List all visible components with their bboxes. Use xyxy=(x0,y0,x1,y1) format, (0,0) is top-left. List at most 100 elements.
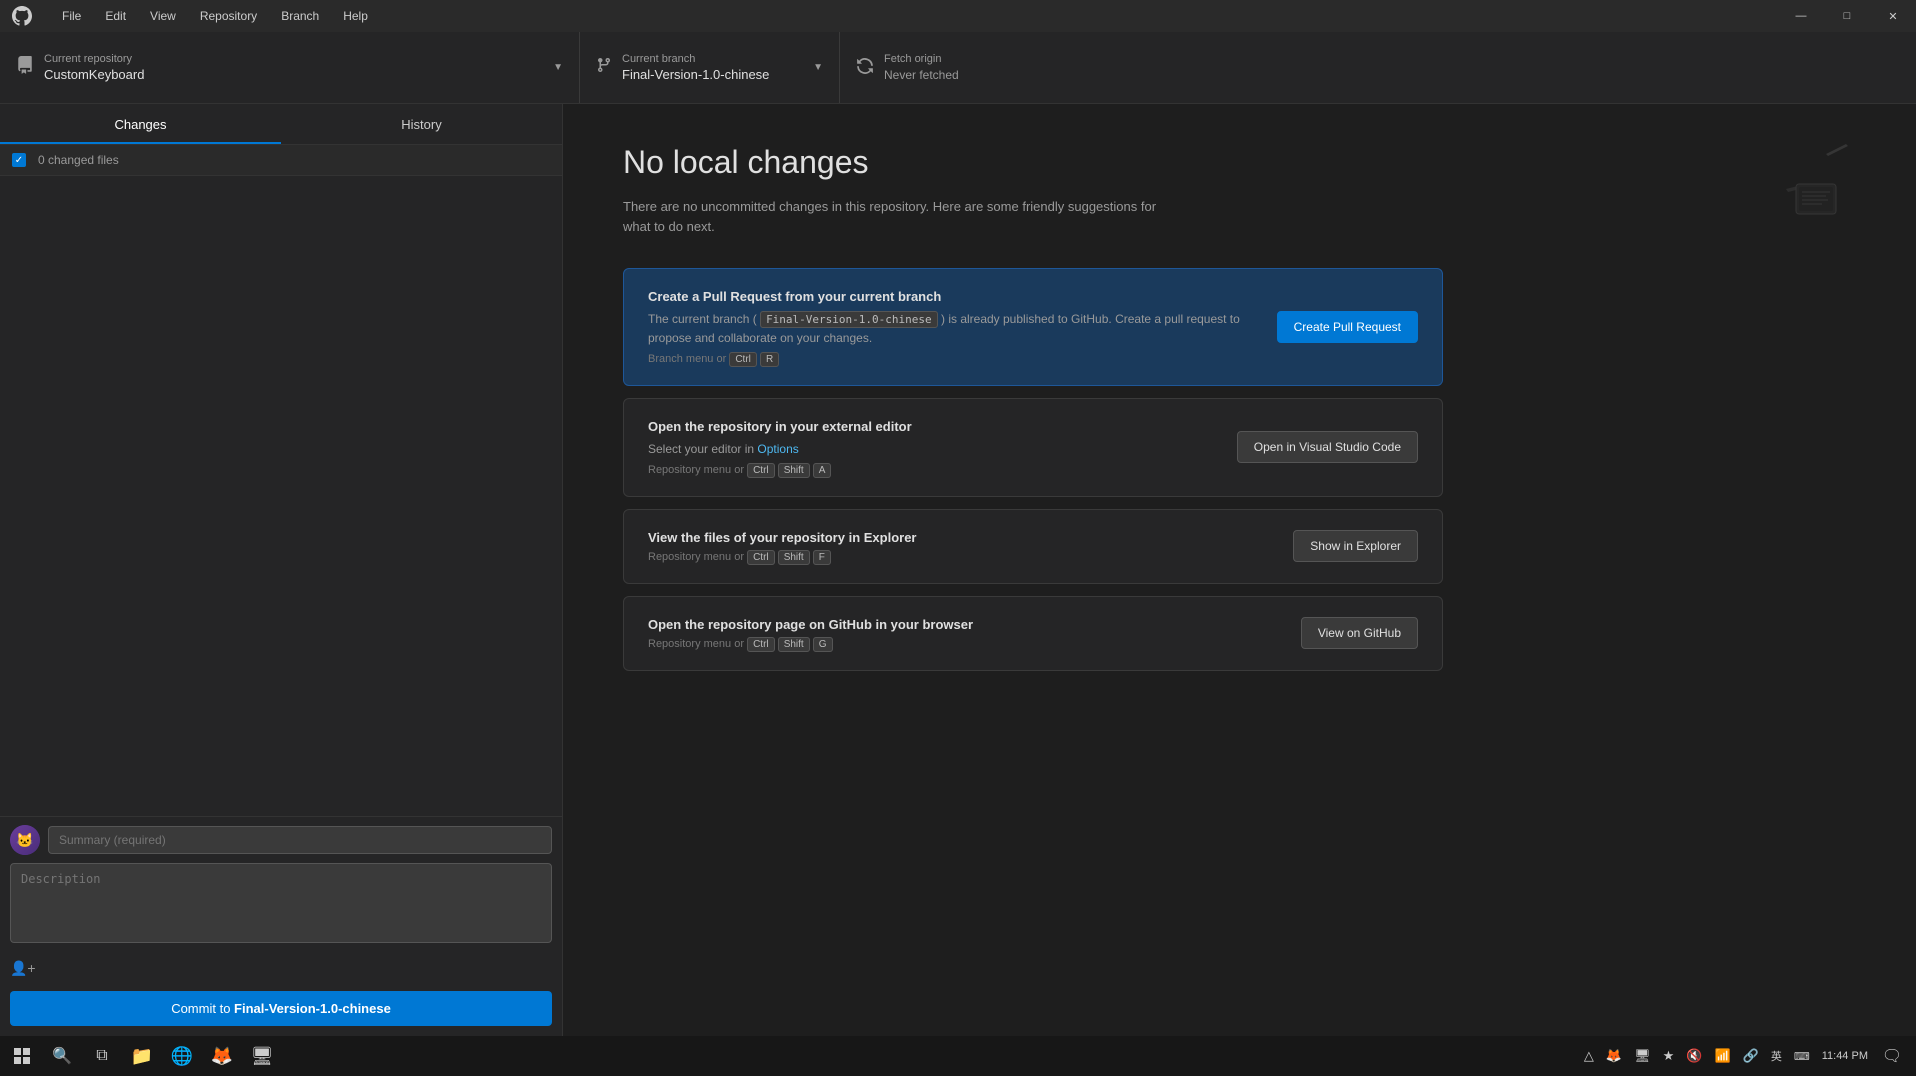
toolbar: Current repository CustomKeyboard ▼ Curr… xyxy=(0,32,1916,104)
open-vscode-button[interactable]: Open in Visual Studio Code xyxy=(1237,431,1418,463)
current-repo-section[interactable]: Current repository CustomKeyboard ▼ xyxy=(0,32,580,103)
tray-volume-icon[interactable]: 🔇 xyxy=(1682,1046,1706,1066)
branch-chevron-icon: ▼ xyxy=(813,62,823,73)
pull-request-card-desc: The current branch ( Final-Version-1.0-c… xyxy=(648,310,1257,347)
explorer-card-content: View the files of your repository in Exp… xyxy=(648,530,1273,563)
taskview-button[interactable]: ⧉ xyxy=(84,1038,120,1074)
github-page-shortcut: Repository menu or Ctrl Shift G xyxy=(648,638,1281,650)
commit-area: 🐱 👤+ Commit to Final-Version-1.0-chinese xyxy=(0,816,562,1036)
menu-view[interactable]: View xyxy=(140,5,186,27)
github-page-card: Open the repository page on GitHub in yo… xyxy=(623,596,1443,671)
description-input[interactable] xyxy=(10,863,552,943)
current-branch-section[interactable]: Current branch Final-Version-1.0-chinese… xyxy=(580,32,840,103)
external-editor-title: Open the repository in your external edi… xyxy=(648,419,1217,434)
taskbar-app-firefox[interactable]: 🦊 xyxy=(204,1038,240,1074)
github-page-title: Open the repository page on GitHub in yo… xyxy=(648,617,1281,632)
tab-changes[interactable]: Changes xyxy=(0,104,281,144)
view-on-github-button[interactable]: View on GitHub xyxy=(1301,617,1418,649)
avatar: 🐱 xyxy=(10,825,40,855)
editor-key-shift: Shift xyxy=(778,463,810,478)
menu-edit[interactable]: Edit xyxy=(95,5,136,27)
github-page-card-content: Open the repository page on GitHub in yo… xyxy=(648,617,1281,650)
external-editor-shortcut: Repository menu or Ctrl Shift A xyxy=(648,464,1217,476)
pr-desc-before: The current branch ( xyxy=(648,312,757,326)
title-bar-left: File Edit View Repository Branch Help xyxy=(12,5,378,27)
editor-key-ctrl: Ctrl xyxy=(747,463,775,478)
pull-request-shortcut: Branch menu or Ctrl R xyxy=(648,353,1257,365)
add-coauthor-icon: 👤+ xyxy=(10,960,36,977)
fetch-label: Fetch origin xyxy=(884,53,1084,65)
tray-expand-icon[interactable]: △ xyxy=(1580,1046,1598,1066)
branch-value: Final-Version-1.0-chinese xyxy=(622,67,769,82)
branch-text: Current branch Final-Version-1.0-chinese xyxy=(622,53,805,82)
avatar-image: 🐱 xyxy=(10,825,40,855)
pull-request-card-title: Create a Pull Request from your current … xyxy=(648,289,1257,304)
taskbar-left: 🔍 ⧉ 📁 🌐 🦊 🖥 xyxy=(4,1038,280,1074)
tray-fox-icon[interactable]: 🦊 xyxy=(1602,1046,1626,1066)
create-pull-request-button[interactable]: Create Pull Request xyxy=(1277,311,1418,343)
changed-files-label: 0 changed files xyxy=(38,153,119,167)
sidebar-file-list xyxy=(0,176,562,816)
menu-branch[interactable]: Branch xyxy=(271,5,329,27)
menu-help[interactable]: Help xyxy=(333,5,378,27)
close-button[interactable]: ✕ xyxy=(1870,0,1916,32)
no-changes-subtitle: There are no uncommitted changes in this… xyxy=(623,197,1183,236)
avatar-summary-row: 🐱 xyxy=(0,817,562,863)
explorer-key-shift: Shift xyxy=(778,550,810,565)
summary-input[interactable] xyxy=(48,826,552,854)
options-link[interactable]: Options xyxy=(757,442,798,456)
explorer-key-f: F xyxy=(813,550,831,565)
select-all-checkbox[interactable] xyxy=(12,153,26,167)
menu-bar: File Edit View Repository Branch Help xyxy=(52,5,378,27)
no-changes-title: No local changes xyxy=(623,144,1856,181)
pr-key-ctrl: Ctrl xyxy=(729,352,757,367)
taskbar: 🔍 ⧉ 📁 🌐 🦊 🖥 △ 🦊 🖥 ★ 🔇 📶 🔗 英 ⌨ 11:44 PM 🗨 xyxy=(0,1036,1916,1076)
github-key-ctrl: Ctrl xyxy=(747,637,775,652)
github-key-shift: Shift xyxy=(778,637,810,652)
commit-button[interactable]: Commit to Final-Version-1.0-chinese xyxy=(10,991,552,1026)
external-editor-card: Open the repository in your external edi… xyxy=(623,398,1443,497)
tray-lang-en[interactable]: 英 xyxy=(1767,1046,1786,1066)
tray-star-icon[interactable]: ★ xyxy=(1659,1046,1679,1066)
fetch-text: Fetch origin Never fetched xyxy=(884,53,1084,82)
tray-link-icon[interactable]: 🔗 xyxy=(1739,1046,1763,1066)
main-content: No local changes There are no uncommitte… xyxy=(563,104,1916,1036)
branch-label: Current branch xyxy=(622,53,805,65)
taskbar-app-explorer[interactable]: 📁 xyxy=(124,1038,160,1074)
editor-key-a: A xyxy=(813,463,832,478)
sidebar-tabs: Changes History xyxy=(0,104,562,145)
external-editor-card-content: Open the repository in your external edi… xyxy=(648,419,1217,476)
maximize-button[interactable]: □ xyxy=(1824,0,1870,32)
tray-keyboard-icon[interactable]: ⌨ xyxy=(1790,1048,1814,1065)
start-button[interactable] xyxy=(4,1038,40,1074)
decoration-illustration xyxy=(1776,134,1856,227)
github-key-g: G xyxy=(813,637,833,652)
taskbar-app-monitor[interactable]: 🖥 xyxy=(244,1038,280,1074)
taskbar-time-display: 11:44 PM xyxy=(1822,1049,1868,1063)
minimize-button[interactable]: — xyxy=(1778,0,1824,32)
title-bar: File Edit View Repository Branch Help — … xyxy=(0,0,1916,32)
tab-history[interactable]: History xyxy=(281,104,562,144)
show-in-explorer-button[interactable]: Show in Explorer xyxy=(1293,530,1418,562)
taskbar-right: △ 🦊 🖥 ★ 🔇 📶 🔗 英 ⌨ 11:44 PM 🗨 xyxy=(1580,1038,1908,1074)
changed-files-row: 0 changed files xyxy=(0,145,562,176)
pr-key-r: R xyxy=(760,352,779,367)
menu-file[interactable]: File xyxy=(52,5,91,27)
pull-request-card-content: Create a Pull Request from your current … xyxy=(648,289,1257,365)
main-layout: Changes History 0 changed files 🐱 👤+ Com… xyxy=(0,104,1916,1036)
sidebar: Changes History 0 changed files 🐱 👤+ Com… xyxy=(0,104,563,1036)
menu-repository[interactable]: Repository xyxy=(190,5,267,27)
title-bar-controls: — □ ✕ xyxy=(1778,0,1916,32)
explorer-key-ctrl: Ctrl xyxy=(747,550,775,565)
system-tray: △ 🦊 🖥 ★ 🔇 📶 🔗 英 ⌨ xyxy=(1580,1046,1814,1066)
tray-monitor-icon[interactable]: 🖥 xyxy=(1630,1046,1655,1066)
external-editor-desc: Select your editor in Options xyxy=(648,440,1217,458)
add-coauthor-button[interactable]: 👤+ xyxy=(0,954,562,983)
taskbar-app-edge[interactable]: 🌐 xyxy=(164,1038,200,1074)
repo-label: Current repository xyxy=(44,53,545,65)
notification-button[interactable]: 🗨 xyxy=(1876,1038,1908,1074)
tray-wifi-icon[interactable]: 📶 xyxy=(1710,1046,1734,1066)
description-area xyxy=(10,863,552,946)
fetch-origin-section[interactable]: Fetch origin Never fetched xyxy=(840,32,1100,103)
search-taskbar-button[interactable]: 🔍 xyxy=(44,1038,80,1074)
